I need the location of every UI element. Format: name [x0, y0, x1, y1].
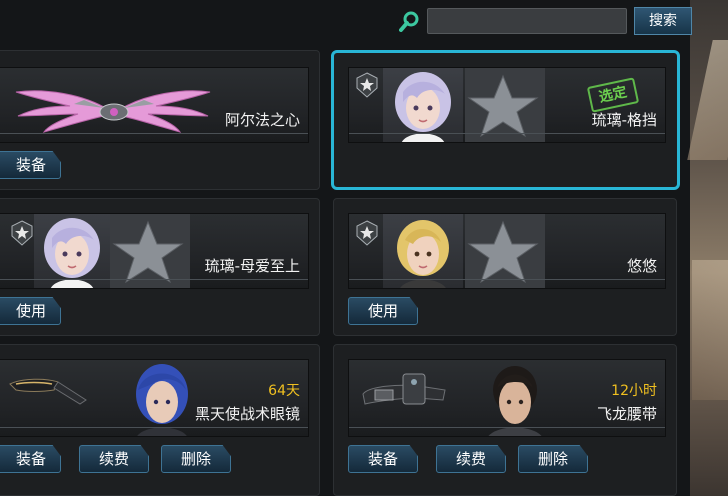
- renew-button[interactable]: 续费: [436, 445, 506, 473]
- search-icon[interactable]: [399, 10, 421, 32]
- background-scenery: [690, 0, 728, 496]
- rank-star-large-icon: [465, 214, 545, 288]
- item-name: 飞龙腰带: [596, 405, 657, 423]
- rank-star-large-icon: [465, 68, 545, 142]
- selected-stamp: 选定: [586, 77, 640, 113]
- item-banner: 12小时 飞龙腰带: [348, 359, 666, 437]
- character-name: 琉璃-母爱至上: [204, 257, 300, 275]
- character-portrait: [477, 360, 553, 436]
- delete-button[interactable]: 删除: [518, 445, 588, 473]
- item-name: 黑天使战术眼镜: [194, 405, 300, 423]
- equip-button[interactable]: 装备: [348, 445, 418, 473]
- character-portrait: [34, 214, 110, 288]
- equip-button[interactable]: 装备: [0, 445, 61, 473]
- belt-image: [362, 373, 446, 405]
- item-card-wings[interactable]: 阿尔法之心 装备: [0, 50, 320, 190]
- use-button[interactable]: 使用: [348, 297, 418, 325]
- rank-star-icon: [356, 220, 378, 246]
- rank-star-icon: [356, 72, 378, 98]
- rank-star-large-icon: [110, 214, 190, 288]
- rank-star-icon: [11, 220, 33, 246]
- character-name: 琉璃-格挡: [591, 111, 657, 129]
- character-name: 悠悠: [626, 257, 657, 275]
- item-banner: 阿尔法之心: [0, 67, 309, 143]
- character-banner: 选定 琉璃-格挡: [348, 67, 666, 143]
- search-input[interactable]: [427, 8, 627, 34]
- item-name: 阿尔法之心: [224, 111, 300, 129]
- character-portrait: [124, 360, 200, 436]
- equip-button[interactable]: 装备: [0, 151, 61, 179]
- character-portrait: [383, 68, 463, 142]
- search-button[interactable]: 搜索: [634, 7, 692, 35]
- renew-button[interactable]: 续费: [79, 445, 149, 473]
- delete-button[interactable]: 删除: [161, 445, 231, 473]
- use-button[interactable]: 使用: [0, 297, 61, 325]
- character-banner: 悠悠: [348, 213, 666, 289]
- duration-label: 12小时: [611, 383, 657, 399]
- character-card[interactable]: 琉璃-母爱至上 使用: [0, 198, 320, 336]
- character-card[interactable]: 悠悠 使用: [333, 198, 677, 336]
- glasses-image: [9, 378, 87, 405]
- wings-image: [15, 90, 211, 133]
- character-banner: 琉璃-母爱至上: [0, 213, 309, 289]
- item-banner: 64天 黑天使战术眼镜: [0, 359, 309, 437]
- character-card-selected[interactable]: 选定 琉璃-格挡: [331, 50, 680, 190]
- duration-label: 64天: [268, 383, 300, 399]
- item-card-belt[interactable]: 12小时 飞龙腰带 装备 续费 删除: [333, 344, 677, 496]
- character-portrait: [383, 214, 463, 288]
- item-card-glasses[interactable]: 64天 黑天使战术眼镜 装备 续费 删除: [0, 344, 320, 496]
